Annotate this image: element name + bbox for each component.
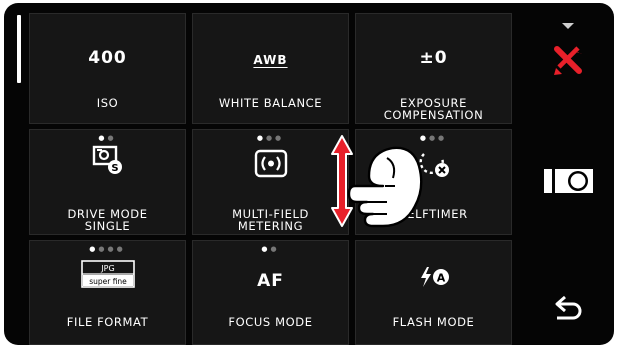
page-dots: ●● (98, 134, 117, 142)
svg-text:A: A (436, 272, 445, 285)
page-dots: ●●● (419, 134, 448, 142)
back-arrow-icon[interactable] (553, 295, 583, 325)
tile-white-balance[interactable]: AWB WHITE BALANCE (192, 13, 349, 124)
swipe-hand-icon (347, 142, 429, 242)
scroll-down-arrow-icon[interactable] (561, 15, 575, 34)
page-dots: ●● (261, 245, 280, 253)
file-format-bottom-text: super fine (89, 277, 127, 286)
exposure-value: ±0 (419, 48, 448, 68)
drive-mode-label: DRIVE MODE SINGLE (67, 207, 148, 233)
file-format-top-text: JPG (100, 264, 114, 273)
flash-mode-label: FLASH MODE (392, 315, 475, 329)
tile-flash-mode[interactable]: A FLASH MODE (355, 240, 512, 345)
tile-iso[interactable]: 400 ISO (29, 13, 186, 124)
page-dots: ●●● (256, 134, 285, 142)
white-balance-value: AWB (253, 53, 288, 67)
scroll-indicator (17, 15, 21, 83)
tile-focus-mode[interactable]: ●● AF FOCUS MODE (192, 240, 349, 345)
iso-label: ISO (96, 96, 119, 110)
tile-metering[interactable]: ●●● MULTI-FIELD METERING (192, 129, 349, 235)
focus-mode-label: FOCUS MODE (228, 315, 313, 329)
iso-value: 400 (88, 48, 127, 68)
tile-drive-mode[interactable]: ●● S DRIVE MODE SINGLE (29, 129, 186, 235)
white-balance-label: WHITE BALANCE (218, 96, 323, 110)
settings-tools-icon[interactable] (551, 43, 585, 81)
camera-mode-icon[interactable] (544, 166, 594, 200)
file-format-icon: JPG super fine (30, 260, 185, 288)
focus-mode-value: AF (257, 271, 284, 291)
tile-exposure-compensation[interactable]: ±0 EXPOSURE COMPENSATION (355, 13, 512, 124)
tile-file-format[interactable]: ●●●● JPG super fine FILE FORMAT (29, 240, 186, 345)
metering-icon (193, 148, 348, 180)
page-dots: ●●●● (89, 245, 126, 253)
camera-menu-screen: 400 ISO AWB WHITE BALANCE ±0 EXPOSURE CO… (4, 3, 614, 345)
exposure-label: EXPOSURE COMPENSATION (383, 96, 484, 122)
flash-auto-icon: A (356, 265, 511, 289)
sidebar (522, 3, 614, 345)
metering-label: MULTI-FIELD METERING (232, 207, 309, 233)
drive-single-icon: S (30, 144, 185, 176)
svg-text:S: S (111, 163, 118, 174)
file-format-label: FILE FORMAT (66, 315, 149, 329)
